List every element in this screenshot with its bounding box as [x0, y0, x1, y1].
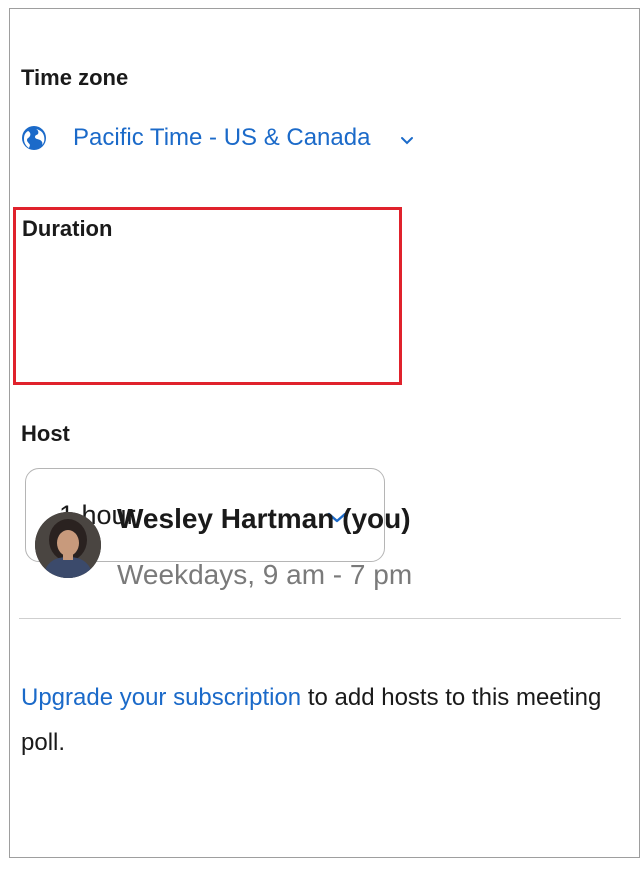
upgrade-subscription-link[interactable]: Upgrade your subscription [21, 684, 301, 711]
globe-icon [21, 125, 47, 151]
time-zone-label: Time zone [21, 65, 129, 90]
host-availability: Weekdays, 9 am - 7 pm [117, 559, 413, 590]
time-zone-selector[interactable]: Pacific Time - US & Canada [21, 120, 414, 156]
avatar [35, 512, 101, 578]
upgrade-message: Upgrade your subscription to add hosts t… [21, 675, 621, 765]
duration-highlight-frame: Duration 1 hour [13, 207, 402, 562]
host-name: Wesley Hartman (you) [117, 503, 411, 534]
duration-label: Duration [22, 216, 113, 241]
poll-settings-panel: Time zone Pacific Time - US & Canada Dur… [9, 8, 640, 858]
chevron-down-icon[interactable] [400, 133, 414, 145]
time-zone-value[interactable]: Pacific Time - US & Canada [73, 124, 370, 152]
host-entry: Wesley Hartman (you) Weekdays, 9 am - 7 … [35, 496, 412, 592]
divider [19, 618, 621, 619]
host-label: Host [21, 421, 70, 446]
